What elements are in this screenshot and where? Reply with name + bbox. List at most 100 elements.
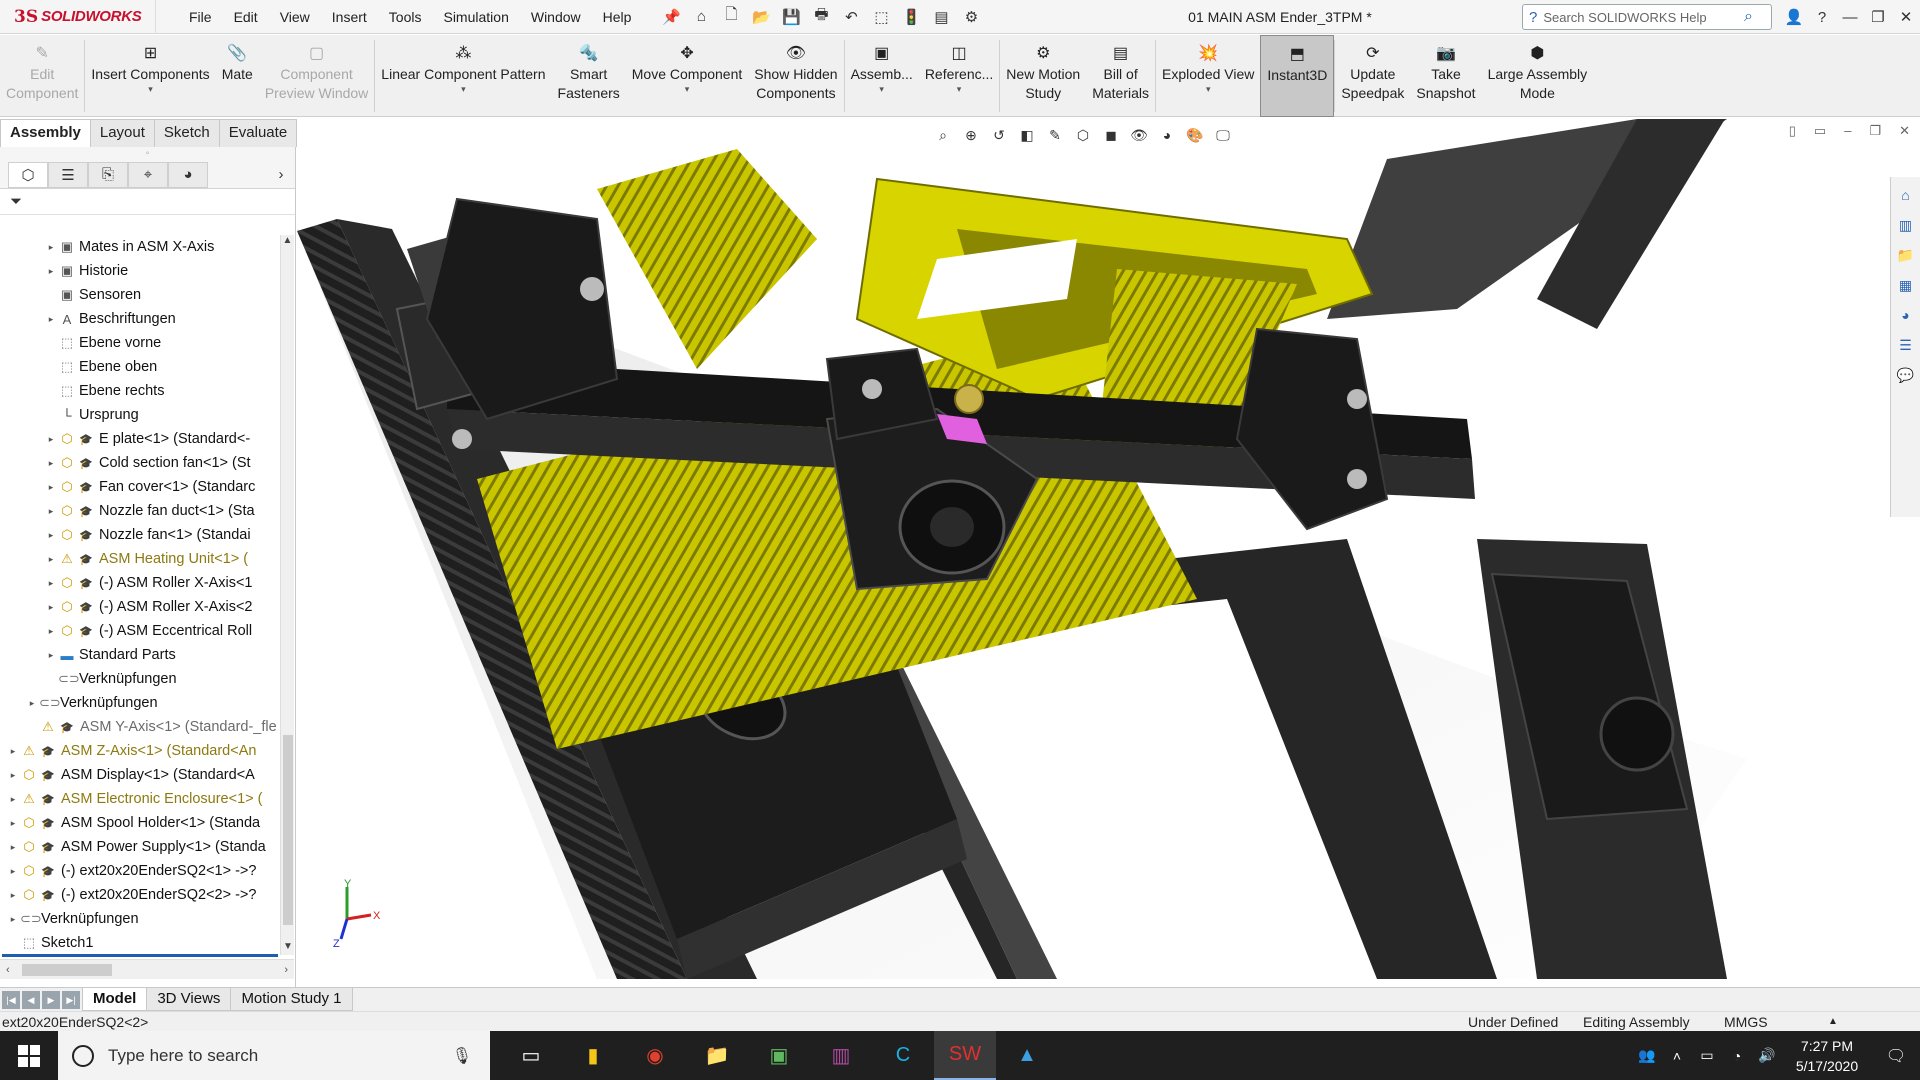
expand-arrow-icon[interactable]: ▸ (44, 314, 58, 325)
ribbon-assemb-button[interactable]: ▣ Assemb... ▾ (845, 35, 919, 117)
tree-item[interactable]: ▸ ⊂⊃ Verknüpfungen (0, 907, 278, 931)
ribbon-linear-component-pattern-button[interactable]: ⁂ Linear Component Pattern ▾ (375, 35, 551, 117)
expand-arrow-icon[interactable]: ▸ (44, 482, 58, 493)
expand-arrow-icon[interactable]: ▸ (6, 914, 20, 925)
dropdown-arrow-icon[interactable]: ▾ (685, 84, 690, 94)
expand-arrow-icon[interactable]: ▸ (6, 770, 20, 781)
tree-item[interactable]: ▸ ⬡ 🎓 Fan cover<1> (Standarc (0, 475, 278, 499)
property-manager-tab-icon[interactable]: ☰ (48, 161, 88, 188)
ribbon-take-snapshot-button[interactable]: 📷 Take Snapshot (1410, 35, 1481, 117)
battery-icon[interactable]: ▭ (1692, 1047, 1722, 1064)
help-icon[interactable]: ? (1808, 9, 1836, 26)
open-icon[interactable]: 📂 (750, 7, 772, 27)
photo-viewer-icon[interactable]: ▲ (996, 1031, 1058, 1080)
viewport-close-icon[interactable]: ✕ (1899, 123, 1910, 139)
tree-vertical-scrollbar[interactable]: ▲ ▼ (280, 235, 294, 955)
expand-arrow-icon[interactable]: ▸ (25, 698, 39, 709)
scrollbar-thumb[interactable] (283, 735, 293, 925)
chevron-up-icon[interactable]: ˄ (1662, 1048, 1692, 1064)
dropdown-arrow-icon[interactable]: ▾ (148, 84, 153, 94)
viewport-minimize-icon[interactable]: – (1844, 123, 1851, 139)
rollback-bar[interactable] (2, 954, 278, 957)
people-icon[interactable]: 👥 (1632, 1047, 1662, 1064)
new-document-icon[interactable]: 🗋 (720, 6, 742, 27)
start-button[interactable] (0, 1031, 58, 1080)
next-tab-icon[interactable]: ▶ (42, 990, 60, 1009)
filter-icon[interactable]: ⏷ (0, 189, 295, 215)
expand-arrow-icon[interactable]: ▸ (6, 818, 20, 829)
menu-file[interactable]: File (178, 0, 223, 34)
previous-view-icon[interactable]: ↺ (988, 124, 1010, 146)
menu-window[interactable]: Window (520, 0, 592, 34)
tree-item[interactable]: ▸ ⬡ 🎓 Nozzle fan duct<1> (Sta (0, 499, 278, 523)
expand-arrow-icon[interactable]: ▸ (44, 554, 58, 565)
graphics-area[interactable]: ⌕ ⊕ ↺ ◧ ✎ ⬡ ◼ 👁 ◕ 🎨 🖵 ▯ ▭ – ❐ ✕ ⌂ ▥ 📁 ▦ … (297, 119, 1920, 987)
tree-horizontal-scrollbar[interactable]: ‹ › (0, 959, 294, 979)
yellow-z-carriage[interactable] (597, 149, 817, 369)
taskbar-search-box[interactable]: Type here to search 🎙 (58, 1031, 490, 1080)
bottom-tab-motion-study-1[interactable]: Motion Study 1 (230, 988, 353, 1011)
tree-item[interactable]: ▸ ⚠ 🎓 ASM Electronic Enclosure<1> ( (0, 787, 278, 811)
tree-item[interactable]: ⬚ Ebene rechts (0, 379, 278, 403)
dropdown-arrow-icon[interactable]: ▾ (461, 84, 466, 94)
volume-icon[interactable]: 🔊 (1752, 1047, 1782, 1064)
edit-appearance-icon[interactable]: ◕ (1156, 124, 1178, 146)
tree-item[interactable]: ⚠ 🎓 ASM Y-Axis<1> (Standard-_fle (0, 715, 278, 739)
tree-item[interactable]: ▸ ⬡ 🎓 (-) ASM Roller X-Axis<1 (0, 571, 278, 595)
expand-arrow-icon[interactable]: ▸ (44, 434, 58, 445)
solidworks-logo[interactable]: 3S SOLIDWORKS (0, 0, 156, 34)
expand-arrow-icon[interactable]: ▸ (6, 842, 20, 853)
tree-item[interactable]: └ Ursprung (0, 403, 278, 427)
tree-item[interactable]: ▸ ⬡ 🎓 (-) ASM Roller X-Axis<2 (0, 595, 278, 619)
feature-manager-tab-icon[interactable]: ⬡ (8, 161, 48, 188)
expand-arrow-icon[interactable]: ▸ (44, 578, 58, 589)
viewport-split-icon[interactable]: ▯ (1789, 123, 1796, 139)
view-palette-icon[interactable]: ▦ (1895, 273, 1917, 297)
solidworks-resources-icon[interactable]: ⌂ (1895, 183, 1917, 207)
tree-item[interactable]: ▸ ⬡ 🎓 ASM Power Supply<1> (Standa (0, 835, 278, 859)
unit-system-selector[interactable]: MMGS (1724, 1012, 1768, 1032)
ribbon-instant3d-button[interactable]: ⬒ Instant3D (1260, 35, 1335, 117)
panel-grip-icon[interactable]: ◦ (0, 147, 295, 161)
tree-item[interactable]: ▸ ⬡ 🎓 ASM Display<1> (Standard<A (0, 763, 278, 787)
expand-arrow-icon[interactable]: ▸ (44, 266, 58, 277)
close-button[interactable]: ✕ (1892, 8, 1920, 26)
cura-app-icon[interactable]: C (872, 1031, 934, 1080)
last-tab-icon[interactable]: ▶| (62, 990, 80, 1009)
search-icon[interactable]: ⌕ (1744, 8, 1753, 26)
ribbon-smart-fasteners-button[interactable]: 🔩 Smart Fasteners (552, 35, 626, 117)
bottom-tab-3d-views[interactable]: 3D Views (146, 988, 232, 1011)
expand-arrow-icon[interactable]: ▸ (44, 530, 58, 541)
help-search-box[interactable]: ? Search SOLIDWORKS Help ⌕ (1522, 4, 1772, 30)
tree-item[interactable]: ▸ ▣ Historie (0, 259, 278, 283)
display-style-icon[interactable]: ◼ (1100, 124, 1122, 146)
tree-item[interactable]: ▸ ⊂⊃ Verknüpfungen (0, 691, 278, 715)
clock[interactable]: 7:27 PM 5/17/2020 (1782, 1036, 1872, 1076)
tree-item[interactable]: ▸ ⚠ 🎓 ASM Z-Axis<1> (Standard<An (0, 739, 278, 763)
file-properties-icon[interactable]: ▤ (930, 7, 952, 27)
tree-item[interactable]: ⊂⊃ Verknüpfungen (0, 667, 278, 691)
ribbon-mate-button[interactable]: 📎 Mate (216, 35, 259, 117)
tab-evaluate[interactable]: Evaluate (218, 119, 298, 147)
scroll-right-icon[interactable]: › (284, 964, 288, 976)
ribbon-bill-of-materials-button[interactable]: ▤ Bill of Materials (1086, 35, 1155, 117)
expand-arrow-icon[interactable]: ▸ (6, 794, 20, 805)
view-settings-icon[interactable]: 🖵 (1212, 124, 1234, 146)
save-icon[interactable]: 💾 (780, 7, 802, 27)
tree-item[interactable]: ▸ ⬡ 🎓 ASM Spool Holder<1> (Standa (0, 811, 278, 835)
assembly-3d-model[interactable] (297, 119, 1920, 987)
dropdown-arrow-icon[interactable]: ▾ (957, 84, 962, 94)
tree-item[interactable]: ⬚ Ebene oben (0, 355, 278, 379)
expand-arrow-icon[interactable]: ▸ (44, 626, 58, 637)
expand-arrow-icon[interactable]: ▸ (44, 506, 58, 517)
dropdown-arrow-icon[interactable]: ▾ (1206, 84, 1211, 94)
viewport-restore-icon[interactable]: ❐ (1869, 123, 1881, 139)
ribbon-insert-components-button[interactable]: ⊞ Insert Components ▾ (85, 35, 215, 117)
apply-scene-icon[interactable]: 🎨 (1184, 124, 1206, 146)
microphone-icon[interactable]: 🎙 (452, 1046, 472, 1066)
menu-help[interactable]: Help (592, 0, 643, 34)
bottom-tab-model[interactable]: Model (82, 988, 148, 1011)
expand-arrow-icon[interactable]: ▸ (44, 602, 58, 613)
tab-layout[interactable]: Layout (89, 119, 155, 147)
display-knob[interactable] (1599, 696, 1675, 772)
